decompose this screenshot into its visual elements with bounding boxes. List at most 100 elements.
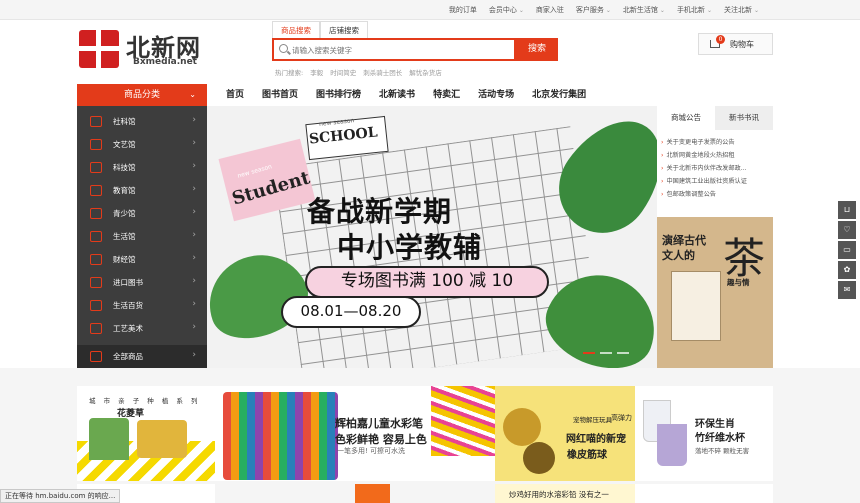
top-link-orders[interactable]: 我的订单 xyxy=(443,5,483,15)
notice-panel: 商城公告 新书书讯 关于变更电子发票的公告 北新网黄金地段火热招租 关于北新市内… xyxy=(657,106,773,216)
sidebar-item-tech[interactable]: 科技馆 › xyxy=(77,156,207,179)
tea-book-ad[interactable]: 演绎古代 文人的 茶 趣与情 xyxy=(657,217,773,368)
search-tabs: 商品搜索 店铺搜索 xyxy=(272,21,562,38)
promo-subtitle: 色彩鲜艳 容易上色 xyxy=(335,433,427,446)
notice-item[interactable]: 中国建筑工业出版社资质认证 xyxy=(661,175,771,188)
bag-icon xyxy=(90,300,102,311)
promo-title: 环保生肖 xyxy=(695,419,735,430)
carousel-dot[interactable] xyxy=(617,352,629,354)
rocking-horse-icon xyxy=(90,208,102,219)
main-nav: 商品分类 ⌄ 首页 图书首页 图书排行榜 北新读书 特卖汇 活动专场 北京发行集… xyxy=(77,84,773,106)
notice-item[interactable]: 关于变更电子发票的公告 xyxy=(661,136,771,149)
hot-word[interactable]: 刺杀骑士团长 xyxy=(363,67,402,77)
heart-icon[interactable]: ♡ xyxy=(838,221,856,239)
tab-new-books[interactable]: 新书书讯 xyxy=(715,106,773,130)
sidebar-item-label: 文艺馆 xyxy=(113,140,136,149)
carousel-dot[interactable] xyxy=(583,352,595,354)
banner-promo-pill: 专场图书满 100 减 10 xyxy=(305,266,549,298)
sidebar-item-label: 进口图书 xyxy=(113,278,143,287)
cart-count-badge: 0 xyxy=(716,35,725,44)
top-link-member[interactable]: 会员中心 ⌄ xyxy=(483,5,530,15)
sidebar-item-crafts[interactable]: 工艺美术 › xyxy=(77,317,207,340)
top-link-follow[interactable]: 关注北新 ⌄ xyxy=(718,5,765,15)
nav-item-group[interactable]: 北京发行集团 xyxy=(523,84,595,106)
bottom-card-text: 炒鸡好用的水溶彩铅 没有之一 xyxy=(509,490,609,499)
bottom-card[interactable] xyxy=(635,484,773,503)
search-input[interactable] xyxy=(292,42,512,58)
chevron-right-icon: › xyxy=(192,161,196,171)
caret-down-icon: ⌄ xyxy=(659,7,665,14)
notice-item[interactable]: 北新网黄金地段火热招租 xyxy=(661,149,771,162)
tab-product-search[interactable]: 商品搜索 xyxy=(272,21,320,38)
carousel-dot[interactable] xyxy=(600,352,612,354)
banner-dates-pill: 08.01—08.20 xyxy=(281,296,421,328)
nav-item-books-home[interactable]: 图书首页 xyxy=(253,84,307,106)
mail-icon[interactable]: ✉ xyxy=(838,281,856,299)
search-button[interactable]: 搜索 xyxy=(516,38,558,61)
sidebar-item-imported[interactable]: 进口图书 › xyxy=(77,271,207,294)
promo-text: 一笔多用! 可擦可水洗 xyxy=(337,447,406,455)
hot-word[interactable]: 李毅 xyxy=(310,67,323,77)
bottom-card[interactable]: 炒鸡好用的水溶彩铅 没有之一 xyxy=(495,484,635,503)
sidebar-item-label: 财经馆 xyxy=(113,255,136,264)
cup-icon xyxy=(90,231,102,242)
notice-list: 关于变更电子发票的公告 北新网黄金地段火热招租 关于北新市内伙伴改发邮政... … xyxy=(657,130,773,201)
nav-item-bestsellers[interactable]: 图书排行榜 xyxy=(307,84,370,106)
bottom-card[interactable] xyxy=(355,484,390,503)
search-box xyxy=(272,38,516,61)
category-sidebar: 社科馆 › 文艺馆 › 科技馆 › 教育馆 › 青少馆 › 生活馆 › 财经馆 › 进口图书 ›… xyxy=(77,106,207,368)
hot-word[interactable]: 时间简史 xyxy=(330,67,356,77)
search-area: 商品搜索 店铺搜索 搜索 xyxy=(272,21,562,61)
category-header[interactable]: 商品分类 ⌄ xyxy=(77,84,207,106)
nav-links: 首页 图书首页 图书排行榜 北新读书 特卖汇 活动专场 北京发行集团 xyxy=(217,84,595,106)
cart-button[interactable]: 0 购物车 xyxy=(698,33,773,55)
sidebar-item-social[interactable]: 社科馆 › xyxy=(77,110,207,133)
top-link-mobile[interactable]: 手机北新 ⌄ xyxy=(671,5,718,15)
promo-title: 辉柏嘉儿童水彩笔 xyxy=(335,417,423,430)
rubber-ball-image xyxy=(503,408,541,446)
chevron-right-icon: › xyxy=(192,230,196,240)
nav-item-sale[interactable]: 特卖汇 xyxy=(424,84,469,106)
top-link-life[interactable]: 北新生活馆 ⌄ xyxy=(617,5,671,15)
sidebar-item-label: 全部商品 xyxy=(113,352,143,361)
sidebar-item-finance[interactable]: 财经馆 › xyxy=(77,248,207,271)
globe-book-icon xyxy=(90,277,102,288)
promo-card-cups[interactable]: 环保生肖 竹纤维水杯 落地不碎 颗粒无害 xyxy=(635,386,773,481)
sidebar-item-goods[interactable]: 生活百货 › xyxy=(77,294,207,317)
promo-text: 高弹力 xyxy=(611,414,632,422)
nav-item-reading[interactable]: 北新读书 xyxy=(370,84,424,106)
promo-subtitle: 橡皮筋球 xyxy=(567,450,607,461)
sidebar-item-all[interactable]: 全部商品 › xyxy=(77,345,207,368)
nav-item-home[interactable]: 首页 xyxy=(217,84,253,106)
tab-mall-notice[interactable]: 商城公告 xyxy=(657,106,715,130)
nav-item-events[interactable]: 活动专场 xyxy=(469,84,523,106)
tab-shop-search[interactable]: 店铺搜索 xyxy=(320,21,368,38)
promo-card-plants[interactable]: 城 市 亲 子 种 植 系 列 花菱草 xyxy=(77,386,215,481)
cart-icon[interactable]: ⊔ xyxy=(838,201,856,219)
carousel-dots xyxy=(583,352,629,354)
chevron-right-icon: › xyxy=(192,299,196,309)
category-header-label: 商品分类 xyxy=(123,90,160,100)
top-link-merchant[interactable]: 商家入驻 xyxy=(530,5,570,15)
promo-title: 网红喵的新宠 xyxy=(566,434,626,445)
promo-subtitle: 竹纤维水杯 xyxy=(695,433,745,444)
gift-icon[interactable]: ✿ xyxy=(838,261,856,279)
top-link-service[interactable]: 客户服务 ⌄ xyxy=(570,5,617,15)
chevron-right-icon: › xyxy=(192,276,196,286)
chevron-right-icon: › xyxy=(192,115,196,125)
site-logo[interactable]: 北新网 Bxmedia.net xyxy=(79,30,211,70)
promo-card-markers[interactable]: 辉柏嘉儿童水彩笔 色彩鲜艳 容易上色 一笔多用! 可擦可水洗 xyxy=(215,386,495,481)
sidebar-item-education[interactable]: 教育馆 › xyxy=(77,179,207,202)
sidebar-item-life[interactable]: 生活馆 › xyxy=(77,225,207,248)
sidebar-item-youth[interactable]: 青少馆 › xyxy=(77,202,207,225)
notice-item[interactable]: 关于北新市内伙伴改发邮政... xyxy=(661,162,771,175)
chevron-right-icon: › xyxy=(192,350,196,360)
sidebar-item-literature[interactable]: 文艺馆 › xyxy=(77,133,207,156)
promo-card-rubber-ball[interactable]: 高弹力 宠物解压玩具 网红喵的新宠 橡皮筋球 xyxy=(495,386,635,481)
cart-label: 购物车 xyxy=(730,40,754,49)
hero-banner[interactable]: new season Student new season SCHOOL 备战新… xyxy=(207,106,657,368)
notice-item[interactable]: 包邮政策调整公告 xyxy=(661,188,771,201)
caret-down-icon: ⌄ xyxy=(518,7,524,14)
chat-icon[interactable]: ▭ xyxy=(838,241,856,259)
hot-word[interactable]: 解忧杂货店 xyxy=(409,67,442,77)
